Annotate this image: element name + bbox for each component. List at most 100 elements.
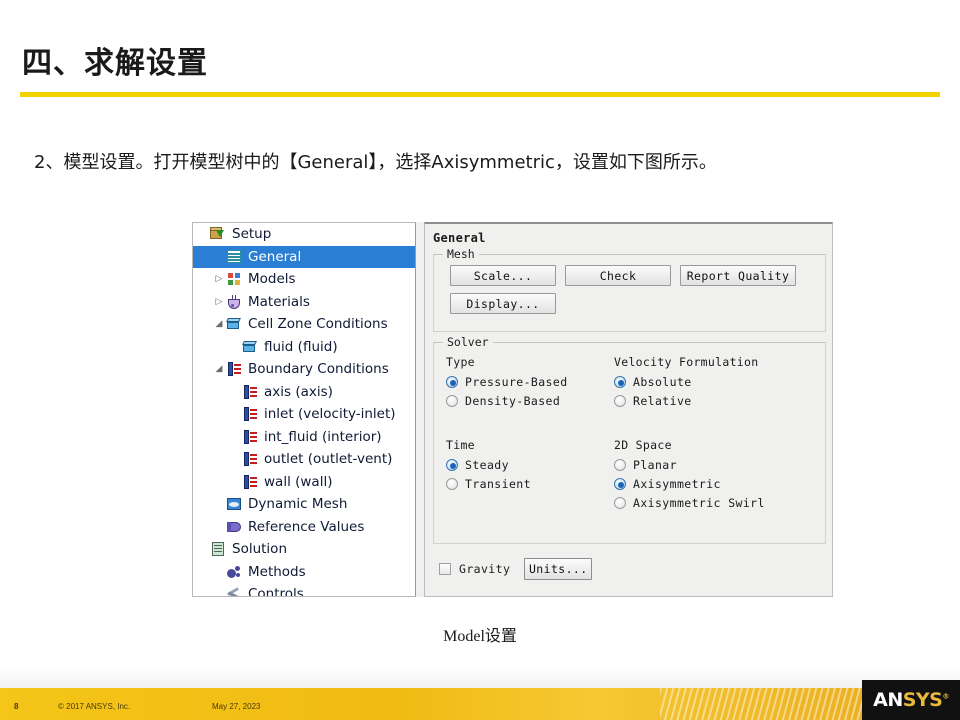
radio-transient[interactable]: Transient	[446, 475, 531, 492]
materials-flask-icon	[225, 294, 243, 310]
tree-item-fluid-fluid[interactable]: fluid (fluid)	[193, 336, 415, 359]
tree-item-solution[interactable]: Solution	[193, 538, 415, 561]
panel-title: General	[433, 231, 486, 245]
page-number: 8	[14, 702, 19, 711]
title-underline-rule	[20, 92, 940, 97]
radio-relative[interactable]: Relative	[614, 392, 692, 409]
units-button[interactable]: Units...	[524, 558, 593, 580]
logo-trademark: ®	[942, 692, 949, 701]
gravity-label: Gravity	[459, 562, 511, 576]
tree-item-models[interactable]: ▷ Models	[193, 268, 415, 291]
tree-item-label: Cell Zone Conditions	[248, 316, 388, 333]
tree-twisty-expanded-icon[interactable]: ◢	[213, 358, 225, 380]
gravity-checkbox[interactable]	[439, 563, 451, 575]
tree-item-label: int_fluid (interior)	[264, 428, 382, 445]
radio-planar[interactable]: Planar	[614, 456, 677, 473]
tree-item-methods[interactable]: Methods	[193, 561, 415, 584]
radio-label-steady: Steady	[465, 457, 509, 472]
ansys-logo: ANSYS®	[862, 680, 960, 720]
outline-tree-panel[interactable]: Setup General ▷ Models ▷ Materials ◢ Cell Zone …	[192, 222, 416, 597]
logo-text-second: SYS	[902, 689, 943, 711]
setup-icon	[209, 226, 227, 242]
mesh-group-label: Mesh	[443, 247, 479, 261]
tree-item-boundary-conditions[interactable]: ◢ Boundary Conditions	[193, 358, 415, 381]
time-heading: Time	[446, 438, 475, 452]
cell-zone-icon	[241, 339, 259, 355]
radio-label-planar: Planar	[633, 457, 677, 472]
tree-item-inlet-velocity-inlet[interactable]: inlet (velocity-inlet)	[193, 403, 415, 426]
tree-item-label: Reference Values	[248, 518, 365, 535]
general-properties-panel: General Mesh Scale... Check Report Quali…	[424, 222, 833, 597]
tree-item-axis-axis[interactable]: axis (axis)	[193, 381, 415, 404]
radio-label-pressure-based: Pressure-Based	[465, 374, 568, 389]
logo-text-first: AN	[873, 689, 903, 711]
cell-zone-icon	[225, 316, 243, 332]
tree-item-int-fluid-interior[interactable]: int_fluid (interior)	[193, 426, 415, 449]
tree-item-wall-wall[interactable]: wall (wall)	[193, 471, 415, 494]
models-icon	[225, 271, 243, 287]
2d-space-heading: 2D Space	[614, 438, 672, 452]
radio-dot-steady[interactable]	[446, 458, 458, 471]
tree-item-controls[interactable]: Controls	[193, 583, 415, 596]
tree-item-label: fluid (fluid)	[264, 338, 338, 355]
page-title: 四、求解设置	[22, 46, 208, 81]
copyright-text: © 2017 ANSYS, Inc.	[58, 702, 131, 711]
footer-gradient	[0, 666, 960, 688]
boundary-condition-icon	[225, 361, 243, 377]
controls-icon	[225, 586, 243, 596]
radio-absolute[interactable]: Absolute	[614, 373, 692, 390]
tree-item-setup[interactable]: Setup	[193, 223, 415, 246]
tree-item-outlet-outlet-vent[interactable]: outlet (outlet-vent)	[193, 448, 415, 471]
radio-dot-transient[interactable]	[446, 477, 458, 490]
display-button[interactable]: Display...	[450, 293, 556, 314]
solution-icon	[209, 541, 227, 557]
tree-twisty-collapsed-icon[interactable]: ▷	[213, 268, 225, 290]
tree-item-dynamic-mesh[interactable]: Dynamic Mesh	[193, 493, 415, 516]
body-paragraph: 2、模型设置。打开模型树中的【General】，选择Axisymmetric，设…	[34, 152, 717, 173]
tree-item-label: Models	[248, 271, 296, 288]
tree-twisty-expanded-icon[interactable]: ◢	[213, 313, 225, 335]
radio-axisymmetric-swirl[interactable]: Axisymmetric Swirl	[614, 494, 765, 511]
radio-dot-axisymmetric[interactable]	[614, 477, 626, 490]
tree-item-materials[interactable]: ▷ Materials	[193, 291, 415, 314]
check-button[interactable]: Check	[565, 265, 671, 286]
date-text: May 27, 2023	[212, 702, 261, 711]
radio-pressure-based[interactable]: Pressure-Based	[446, 373, 568, 390]
radio-label-absolute: Absolute	[633, 374, 692, 389]
fluent-general-screenshot: Setup General ▷ Models ▷ Materials ◢ Cell Zone …	[192, 222, 833, 597]
footer-band: 8 © 2017 ANSYS, Inc. May 27, 2023	[0, 688, 960, 720]
tree-item-reference-values[interactable]: Reference Values	[193, 516, 415, 539]
tree-item-label: outlet (outlet-vent)	[264, 451, 393, 468]
tree-item-label: axis (axis)	[264, 383, 333, 400]
report-quality-button[interactable]: Report Quality	[680, 265, 796, 286]
radio-axisymmetric[interactable]: Axisymmetric	[614, 475, 721, 492]
radio-label-axisymmetric: Axisymmetric	[633, 476, 721, 491]
tree-item-general[interactable]: General	[193, 245, 415, 268]
tree-item-label: Methods	[248, 563, 306, 580]
reference-values-book-icon	[225, 519, 243, 535]
radio-dot-planar[interactable]	[614, 458, 626, 471]
radio-dot-density-based[interactable]	[446, 394, 458, 407]
radio-label-transient: Transient	[465, 476, 531, 491]
type-heading: Type	[446, 355, 475, 369]
radio-density-based[interactable]: Density-Based	[446, 392, 560, 409]
tree-item-cell-zone-conditions[interactable]: ◢ Cell Zone Conditions	[193, 313, 415, 336]
scale-button[interactable]: Scale...	[450, 265, 556, 286]
tree-item-label: Boundary Conditions	[248, 361, 389, 378]
tree-item-label: Materials	[248, 293, 310, 310]
tree-twisty-collapsed-icon[interactable]: ▷	[213, 291, 225, 313]
tree-item-label: inlet (velocity-inlet)	[264, 406, 396, 423]
tree-item-label: Solution	[232, 541, 287, 558]
radio-dot-relative[interactable]	[614, 394, 626, 407]
radio-dot-axisymmetric-swirl[interactable]	[614, 496, 626, 509]
radio-label-relative: Relative	[633, 393, 692, 408]
radio-dot-absolute[interactable]	[614, 375, 626, 388]
velocity-formulation-heading: Velocity Formulation	[614, 355, 759, 369]
methods-icon	[225, 564, 243, 580]
radio-dot-pressure-based[interactable]	[446, 375, 458, 388]
radio-steady[interactable]: Steady	[446, 456, 509, 473]
general-icon	[225, 249, 243, 265]
solver-group: Solver Type Pressure-Based Density-Based…	[433, 335, 826, 544]
slide-canvas: 四、求解设置 2、模型设置。打开模型树中的【General】，选择Axisymm…	[0, 0, 960, 720]
tree-item-label: wall (wall)	[264, 473, 333, 490]
